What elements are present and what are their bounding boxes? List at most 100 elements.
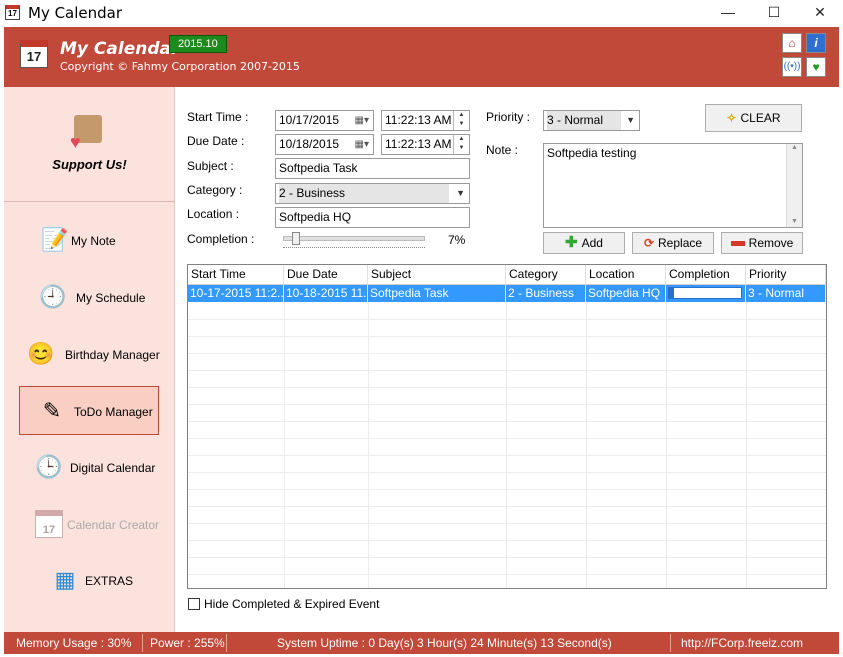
cell-completion <box>666 285 746 302</box>
column-header-due-date[interactable]: Due Date <box>284 265 368 285</box>
column-header-subject[interactable]: Subject <box>368 265 506 285</box>
smiley-icon: 😊 <box>27 341 55 366</box>
sidebar-item-digital-calendar[interactable]: 🕒 Digital Calendar <box>19 443 159 492</box>
maximize-button[interactable]: ☐ <box>751 0 797 26</box>
note-textarea[interactable]: Softpedia testing ▲ ▼ <box>543 143 803 228</box>
memory-usage: Memory Usage : 30% <box>16 636 132 650</box>
sidebar-item-birthday-manager[interactable]: 😊 Birthday Manager <box>19 330 159 379</box>
due-time-value: 11:22:13 AM <box>385 137 452 151</box>
slider-thumb[interactable] <box>292 232 301 245</box>
location-input[interactable]: Softpedia HQ <box>275 207 470 228</box>
sidebar-item-label: Digital Calendar <box>70 461 156 475</box>
chevron-down-icon: ▼ <box>456 188 465 198</box>
clear-button[interactable]: ✧ CLEAR <box>705 104 802 132</box>
sidebar-item-label: ToDo Manager <box>74 405 153 419</box>
sidebar-item-label: EXTRAS <box>85 574 134 588</box>
cell-start-time: 10-17-2015 11:2... <box>190 285 284 302</box>
info-icon[interactable]: i <box>806 33 826 53</box>
sidebar-item-my-schedule[interactable]: 🕘 My Schedule <box>19 273 159 322</box>
priority-value: 3 - Normal <box>547 111 621 130</box>
priority-select[interactable]: 3 - Normal ▼ <box>543 110 640 131</box>
power-status: Power : 255% <box>150 636 225 650</box>
minus-icon <box>730 241 745 247</box>
hide-completed-checkbox[interactable] <box>188 598 200 610</box>
start-time-picker[interactable]: 11:22:13 AM ▲ ▼ <box>381 110 470 131</box>
start-date-value: 10/17/2015 <box>279 113 340 127</box>
home-icon[interactable]: ⌂ <box>782 33 802 53</box>
table-row[interactable]: 10-17-2015 11:2... 10-18-2015 11... Soft… <box>188 285 826 302</box>
column-header-completion[interactable]: Completion <box>666 265 746 285</box>
copyright-text: Copyright © Fahmy Corporation 2007-2015 <box>60 60 300 73</box>
start-time-value: 11:22:13 AM <box>385 113 452 127</box>
todo-grid[interactable]: Start Time Due Date Subject Category Loc… <box>187 264 827 589</box>
start-time-label: Start Time : <box>187 110 249 124</box>
remove-button[interactable]: Remove <box>721 232 803 254</box>
category-select[interactable]: 2 - Business ▼ <box>275 183 470 204</box>
broom-icon: ✧ <box>726 111 737 125</box>
status-separator <box>226 634 227 652</box>
cell-location: Softpedia HQ <box>586 285 666 302</box>
cubes-icon: ▦ <box>54 567 76 592</box>
cell-due-date: 10-18-2015 11... <box>286 285 368 302</box>
spinner-icon[interactable]: ▲ ▼ <box>453 111 469 130</box>
column-header-start-time[interactable]: Start Time <box>188 265 284 285</box>
grid-column-line <box>746 302 747 588</box>
grid-column-line <box>368 302 369 588</box>
sidebar-item-calendar-creator: 17 Calendar Creator <box>19 500 159 549</box>
calendar-icon: 17 <box>35 510 63 538</box>
calendar-dropdown-icon[interactable]: ▦▾ <box>355 135 369 154</box>
calendar-dropdown-icon[interactable]: ▦▾ <box>355 111 369 130</box>
start-date-picker[interactable]: 10/17/2015 ▦▾ <box>275 110 374 131</box>
hide-completed-label: Hide Completed & Expired Event <box>204 597 380 611</box>
minimize-button[interactable]: — <box>705 0 751 26</box>
close-button[interactable]: ✕ <box>797 0 843 26</box>
sidebar-item-extras[interactable]: ▦ EXTRAS <box>19 556 159 605</box>
add-label: Add <box>581 236 603 250</box>
status-separator <box>670 634 671 652</box>
support-us-button[interactable]: ♥ Support Us! <box>4 87 175 202</box>
calendar-logo-icon: 17 <box>20 40 48 68</box>
subject-label: Subject : <box>187 159 234 173</box>
completion-slider[interactable] <box>283 236 425 241</box>
broadcast-icon[interactable]: ((•)) <box>782 57 802 77</box>
replace-button[interactable]: ⟳ Replace <box>632 232 714 254</box>
add-button[interactable]: ✚ Add <box>543 232 625 254</box>
due-date-value: 10/18/2015 <box>279 137 340 151</box>
note-scrollbar[interactable]: ▲ ▼ <box>786 144 802 227</box>
slider-ticks <box>283 247 425 250</box>
replace-icon: ⟳ <box>643 236 655 250</box>
note-value: Softpedia testing <box>547 146 637 160</box>
category-value: 2 - Business <box>279 184 449 203</box>
system-uptime: System Uptime : 0 Day(s) 3 Hour(s) 24 Mi… <box>277 636 612 650</box>
completion-percent: 7% <box>448 233 466 247</box>
column-header-category[interactable]: Category <box>506 265 586 285</box>
due-date-label: Due Date : <box>187 134 245 148</box>
sidebar-item-label: My Schedule <box>76 291 146 305</box>
sidebar-item-my-note[interactable]: 📝 My Note <box>19 216 159 265</box>
status-separator <box>142 634 143 652</box>
due-date-picker[interactable]: 10/18/2015 ▦▾ <box>275 134 374 155</box>
completion-progress-bar <box>668 287 742 299</box>
website-link[interactable]: http://FCorp.freeiz.com <box>681 632 803 654</box>
app-icon: 17 <box>5 5 20 20</box>
note-label: Note : <box>486 143 519 157</box>
window-title: My Calendar <box>28 4 123 22</box>
version-badge: 2015.10 <box>169 35 227 53</box>
chevron-down-icon: ▼ <box>626 115 635 125</box>
spinner-icon[interactable]: ▲ ▼ <box>453 135 469 154</box>
sidebar-item-label: Calendar Creator <box>67 518 160 532</box>
column-header-priority[interactable]: Priority <box>746 265 826 285</box>
subject-input[interactable]: Softpedia Task <box>275 158 470 179</box>
column-header-location[interactable]: Location <box>586 265 666 285</box>
sidebar: ♥ Support Us! 📝 My Note 🕘 My Schedule 😊 … <box>4 87 175 632</box>
due-time-picker[interactable]: 11:22:13 AM ▲ ▼ <box>381 134 470 155</box>
sidebar-item-todo-manager[interactable]: ✎ ToDo Manager <box>19 386 159 435</box>
cell-priority: 3 - Normal <box>746 285 826 302</box>
grid-column-line <box>506 302 507 588</box>
header-banner: 17 My Calendar 2015.10 Copyright © Fahmy… <box>4 27 839 87</box>
remove-label: Remove <box>748 236 794 250</box>
heart-plus-icon[interactable]: ♥ <box>806 57 826 77</box>
replace-label: Replace <box>658 236 703 250</box>
clock-icon: 🕘 <box>39 284 67 309</box>
category-label: Category : <box>187 183 243 197</box>
